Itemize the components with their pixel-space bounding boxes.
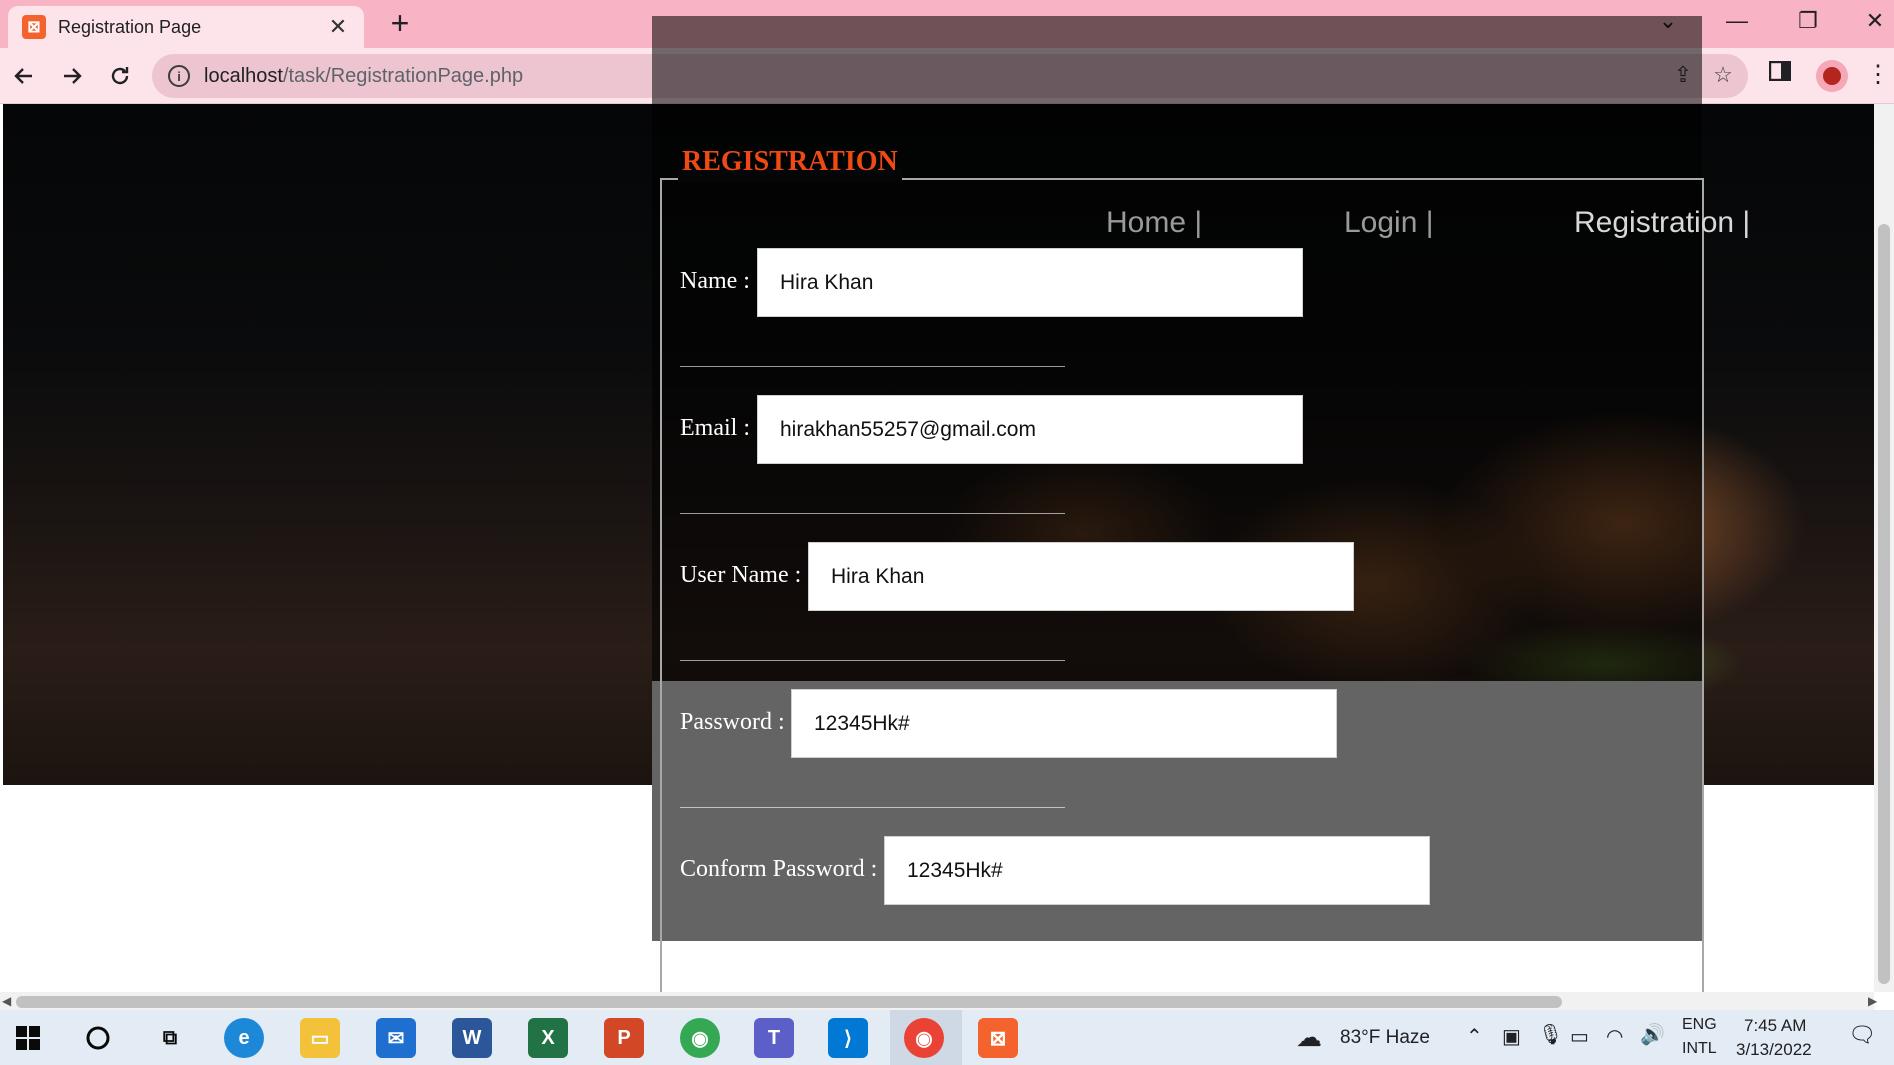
- microphone-icon[interactable]: 🎙: [1538, 1022, 1563, 1047]
- cortana-icon: [86, 1026, 110, 1050]
- restore-button[interactable]: ❐: [1788, 4, 1828, 38]
- name-label: Name :: [680, 268, 750, 294]
- teams-icon[interactable]: T: [754, 1018, 794, 1058]
- mail-icon[interactable]: ✉: [376, 1018, 416, 1058]
- url-path: /task/RegistrationPage.php: [282, 64, 524, 87]
- side-panel-icon[interactable]: [1764, 60, 1796, 88]
- name-input[interactable]: Hira Khan: [757, 248, 1303, 317]
- file-explorer-icon[interactable]: ▭: [300, 1018, 340, 1058]
- menu-kebab-icon[interactable]: ⋮: [1862, 60, 1894, 89]
- side-panel-glyph: [1768, 60, 1792, 82]
- password-input[interactable]: 12345Hk#: [791, 689, 1337, 758]
- volume-icon[interactable]: 🔊: [1640, 1022, 1665, 1047]
- excel-icon[interactable]: X: [528, 1018, 568, 1058]
- battery-icon[interactable]: ▭: [1570, 1024, 1589, 1049]
- clock-time[interactable]: 7:45 AM: [1744, 1016, 1806, 1036]
- bookmark-star-icon[interactable]: ☆: [1708, 62, 1738, 88]
- horizontal-scroll-thumb[interactable]: [16, 996, 1562, 1008]
- confirm-password-input[interactable]: 12345Hk#: [884, 836, 1430, 905]
- url-host: localhost: [204, 64, 283, 87]
- username-divider: [680, 660, 1065, 661]
- profile-avatar[interactable]: [1816, 60, 1848, 92]
- close-window-button[interactable]: ✕: [1855, 4, 1894, 38]
- reload-button[interactable]: [100, 56, 140, 96]
- name-divider: [680, 366, 1065, 367]
- profile-icon: [1823, 67, 1841, 85]
- search-circle-icon[interactable]: [78, 1018, 118, 1058]
- vertical-scrollbar[interactable]: [1874, 104, 1894, 992]
- minimize-button[interactable]: —: [1717, 4, 1757, 38]
- scroll-left-icon[interactable]: ◀: [2, 994, 11, 1008]
- email-label: Email :: [680, 415, 750, 441]
- url-text[interactable]: localhost/task/RegistrationPage.php: [204, 65, 523, 88]
- tab-close-icon[interactable]: ✕: [326, 14, 350, 40]
- nav-home-link[interactable]: Home |: [1106, 206, 1202, 240]
- weather-text[interactable]: 83°F Haze: [1340, 1027, 1430, 1049]
- powerpoint-icon[interactable]: P: [604, 1018, 644, 1058]
- xampp-icon[interactable]: ⊠: [978, 1018, 1018, 1058]
- browser-tab[interactable]: ⊠ Registration Page ✕: [8, 6, 364, 48]
- windows-taskbar: ⧉ e ▭ ✉ W X P ◉ T ⟩ ◉ ⊠ ☁ 83°F Haze ⌃ ▣ …: [0, 1010, 1894, 1065]
- vscode-icon[interactable]: ⟩: [828, 1018, 868, 1058]
- back-button[interactable]: [4, 56, 44, 96]
- chrome-profile-icon[interactable]: ◉: [680, 1018, 720, 1058]
- start-windows-icon[interactable]: [8, 1018, 48, 1058]
- username-input[interactable]: Hira Khan: [808, 542, 1354, 611]
- notification-icon[interactable]: 🗨: [1848, 1022, 1876, 1048]
- scroll-right-icon[interactable]: ▶: [1868, 994, 1877, 1008]
- edge-browser-icon[interactable]: e: [224, 1018, 264, 1058]
- confirm-password-label: Conform Password :: [680, 856, 878, 882]
- chrome-active-icon[interactable]: ◉: [904, 1018, 944, 1058]
- tab-title: Registration Page: [58, 16, 202, 37]
- nav-registration-link[interactable]: Registration |: [1574, 206, 1750, 240]
- horizontal-scrollbar[interactable]: [0, 992, 1874, 1010]
- xampp-favicon-icon: ⊠: [22, 15, 46, 39]
- username-label: User Name :: [680, 562, 802, 588]
- language-top[interactable]: ENG: [1682, 1016, 1717, 1034]
- email-divider: [680, 513, 1065, 514]
- word-icon[interactable]: W: [452, 1018, 492, 1058]
- weather-icon[interactable]: ☁: [1296, 1022, 1322, 1053]
- form-legend: REGISTRATION: [682, 146, 898, 177]
- nav-login-link[interactable]: Login |: [1344, 206, 1434, 240]
- clock-date[interactable]: 3/13/2022: [1736, 1040, 1812, 1060]
- reload-icon: [111, 67, 129, 85]
- new-tab-button[interactable]: +: [382, 6, 418, 40]
- tray-chevron-icon[interactable]: ⌃: [1466, 1024, 1483, 1049]
- vertical-scroll-thumb[interactable]: [1878, 224, 1890, 984]
- wifi-icon[interactable]: ◠: [1606, 1024, 1623, 1049]
- forward-button[interactable]: [52, 56, 92, 96]
- password-label: Password :: [680, 709, 785, 735]
- confirm-divider: [680, 954, 1065, 955]
- email-input[interactable]: hirakhan55257@gmail.com: [757, 395, 1303, 464]
- screen: ⊠ Registration Page ✕ + ⌄ — ❐ ✕ i localh…: [0, 0, 1894, 1065]
- meet-now-icon[interactable]: ▣: [1502, 1024, 1521, 1049]
- windows-logo-icon: [16, 1026, 40, 1050]
- site-info-icon[interactable]: i: [168, 65, 190, 87]
- language-bottom[interactable]: INTL: [1682, 1040, 1717, 1058]
- task-view-icon[interactable]: ⧉: [150, 1018, 190, 1058]
- back-arrow-icon: [14, 68, 32, 84]
- password-divider: [680, 807, 1065, 808]
- forward-arrow-icon: [64, 68, 82, 84]
